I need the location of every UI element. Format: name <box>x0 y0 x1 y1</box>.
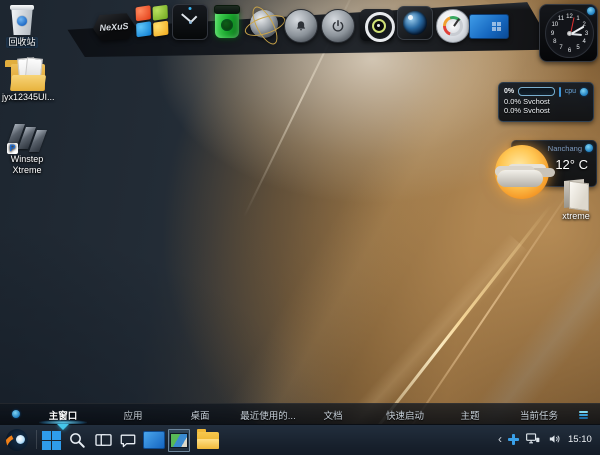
taskbar-display-button[interactable] <box>143 430 165 450</box>
clock-face: 12 1 2 3 4 5 6 7 8 9 10 11 <box>545 9 594 58</box>
running-app-icon <box>168 429 190 452</box>
clock-number: 8 <box>553 39 556 45</box>
divider <box>559 87 561 97</box>
power-icon <box>321 9 355 43</box>
cpu-meter-widget[interactable]: 0% cpu 0.0% Svchost 0.0% Svchost <box>498 82 594 122</box>
cpu-usage-bar <box>518 87 555 96</box>
cpu-label: cpu <box>565 88 576 95</box>
dock-item-windows[interactable] <box>136 6 168 36</box>
camera-lens-icon <box>397 6 433 40</box>
widget-settings-gear-icon[interactable] <box>585 144 593 152</box>
desktop-icon-label: 回收站 <box>6 37 37 48</box>
clock-number: 11 <box>558 16 564 22</box>
dock-item-power[interactable] <box>321 9 355 43</box>
speaker-icon <box>360 9 394 41</box>
desktop-icon-label: xtreme <box>560 211 592 222</box>
dock-item-audio[interactable] <box>360 9 394 41</box>
clock-number: 9 <box>551 31 554 37</box>
widget-settings-gear-icon[interactable] <box>580 88 588 96</box>
shortcut-badge-icon: P <box>7 143 18 154</box>
clock-number: 10 <box>551 22 558 28</box>
clock-widget[interactable]: 12 1 2 3 4 5 6 7 8 9 10 11 <box>539 4 598 62</box>
bell-icon <box>284 9 318 43</box>
tab-current-tasks[interactable]: 当前任务 <box>520 408 558 422</box>
dock-item-network-globe[interactable] <box>246 6 282 42</box>
green-recycle-bin-icon <box>214 5 240 38</box>
chat-button[interactable] <box>117 430 139 450</box>
open-folder-icon <box>560 178 592 210</box>
clock-number: 7 <box>559 45 562 51</box>
desktop-icon-recycle-bin[interactable]: 回收站 <box>0 5 50 48</box>
winstep-logo-icon: P <box>7 124 47 152</box>
system-tray: ‹ 15:10 <box>498 430 592 448</box>
window-list-icon[interactable] <box>579 411 588 419</box>
desktop-icon-winstep-xtreme[interactable]: P Winstep Xtreme <box>0 124 55 176</box>
cpu-process-line: 0.0% Svchost <box>504 106 588 115</box>
tab-themes[interactable]: 主题 <box>460 408 479 422</box>
dock-item-camera[interactable] <box>397 6 433 40</box>
weather-city: Nanchang <box>548 144 582 153</box>
taskbar-clock[interactable]: 15:10 <box>568 434 592 445</box>
dock-item-clock[interactable] <box>172 4 208 40</box>
desktop-icon-label: Winstep Xtreme <box>1 154 53 176</box>
widget-settings-gear-icon[interactable] <box>587 7 595 15</box>
atom-globe-icon <box>246 6 282 42</box>
taskbar-running-app-button[interactable] <box>168 430 190 450</box>
tab-quick-launch[interactable]: 快速启动 <box>386 408 424 422</box>
chat-bubble-icon <box>119 432 137 449</box>
cpu-usage-value: 0% <box>504 88 514 95</box>
desktop-icon-label: jyx12345UI... <box>0 92 57 103</box>
tab-documents[interactable]: 文档 <box>323 408 342 422</box>
blue-display-icon <box>143 431 165 449</box>
file-explorer-folder-icon <box>197 432 219 449</box>
folder-icon <box>11 64 45 91</box>
recycle-bin-icon <box>9 5 35 35</box>
nexus-logo-icon: NeXuS <box>92 13 136 42</box>
desktop-screen-icon <box>469 14 509 39</box>
clock-number: 1 <box>576 16 579 22</box>
file-explorer-button[interactable] <box>197 430 219 450</box>
gauge-icon <box>436 9 470 43</box>
taskbar-search-button[interactable] <box>66 430 88 450</box>
tabbar-settings-gear-icon[interactable] <box>12 410 20 418</box>
cloud-icon <box>497 170 543 187</box>
taskbar-separator <box>36 430 37 449</box>
task-view-button[interactable] <box>92 430 114 450</box>
dock-item-nexus[interactable]: NeXuS <box>93 14 135 40</box>
search-icon <box>68 431 86 449</box>
desktop-wallpaper <box>0 0 600 455</box>
desktop-icon-xtreme[interactable]: xtreme <box>548 178 600 222</box>
clock-number: 6 <box>568 48 571 54</box>
windows-logo-icon <box>135 5 168 36</box>
cpu-process-line: 0.0% Svchost <box>504 97 588 106</box>
desktop-screen: NeXuS <box>0 0 600 455</box>
tab-recent[interactable]: 最近使用的... <box>240 408 295 422</box>
tab-applications[interactable]: 应用 <box>123 408 142 422</box>
nexus-tab-bar: 主窗口 应用 桌面 最近使用的... 文档 快速启动 主题 当前任务 <box>0 403 600 424</box>
network-monitor-icon[interactable] <box>525 432 541 446</box>
weather-temperature: 12° C <box>555 157 588 172</box>
clock-icon <box>172 4 208 40</box>
dock-item-desktop[interactable] <box>469 14 509 39</box>
dock-item-alerts[interactable] <box>284 9 318 43</box>
blender-logo-icon <box>6 429 28 451</box>
clock-center <box>567 31 572 36</box>
blue-plus-tray-icon[interactable] <box>508 434 519 445</box>
clock-number: 5 <box>576 45 579 51</box>
task-view-icon <box>94 431 113 449</box>
wallpaper-light-band <box>226 0 544 450</box>
start-button[interactable] <box>40 430 62 450</box>
dock-item-gauge[interactable] <box>436 9 470 43</box>
dock-item-recycle[interactable] <box>214 5 240 38</box>
windows-start-icon <box>42 431 61 450</box>
tab-desktop[interactable]: 桌面 <box>190 408 209 422</box>
taskbar-blender-button[interactable] <box>6 430 28 450</box>
clock-number: 4 <box>583 39 586 45</box>
volume-icon[interactable] <box>547 432 562 446</box>
desktop-icon-user-folder[interactable]: jyx12345UI... <box>0 64 56 103</box>
nexus-logo-label: NeXuS <box>99 21 129 33</box>
hidden-icons-chevron-icon[interactable]: ‹ <box>498 430 502 448</box>
clock-number: 3 <box>585 31 588 37</box>
clock-number: 12 <box>566 14 573 20</box>
